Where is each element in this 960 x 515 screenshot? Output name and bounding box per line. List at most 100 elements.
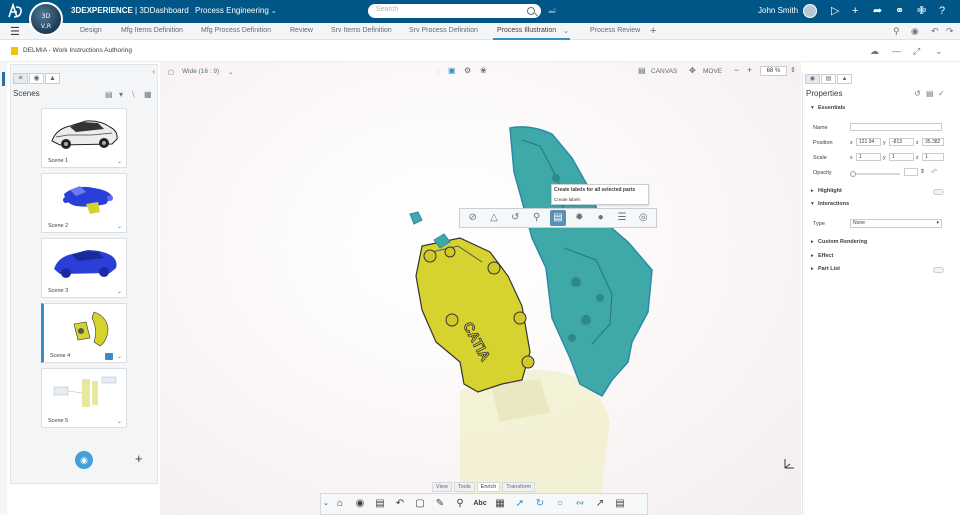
opacity-stepper-icon[interactable]: ⇕ xyxy=(920,168,925,175)
add-scene-button[interactable]: + xyxy=(135,451,143,466)
redo-icon[interactable]: ↷ xyxy=(946,26,954,37)
sphere-icon[interactable]: ● xyxy=(593,210,609,226)
assembly-tab-icon[interactable]: ▲ xyxy=(45,73,60,84)
network-share-icon[interactable]: ⚭ xyxy=(895,4,904,18)
teal-caliper-part[interactable] xyxy=(509,126,653,397)
help-icon[interactable]: ? xyxy=(939,4,945,18)
tab-transform[interactable]: Transform xyxy=(502,482,536,492)
section-custom-rendering[interactable]: ▸ Custom Rendering xyxy=(811,239,867,245)
list-icon[interactable]: ☰ xyxy=(614,210,630,226)
text-tool[interactable]: Abc xyxy=(471,495,489,513)
opacity-field[interactable] xyxy=(904,168,918,176)
refresh-icon[interactable]: ↺ xyxy=(914,89,921,98)
explode-icon[interactable]: ✹ xyxy=(571,210,587,226)
undo-icon[interactable]: ↶ xyxy=(391,495,409,513)
section-part-list[interactable]: ▸ Part List xyxy=(811,266,840,272)
dropdown-icon[interactable]: ▾ xyxy=(119,90,123,99)
home-icon[interactable]: ⌂ xyxy=(331,495,349,513)
tab-process-review[interactable]: Process Review xyxy=(590,27,640,34)
image-icon[interactable]: ▤ xyxy=(105,90,113,99)
position-x-field[interactable]: 121.94 xyxy=(856,138,881,146)
snapshot-icon[interactable]: ▢ xyxy=(411,495,429,513)
chevron-down-icon[interactable]: ⌄ xyxy=(117,158,122,165)
label-icon[interactable]: ▤ xyxy=(549,210,566,226)
tools-icon[interactable]: ✙ xyxy=(917,4,926,18)
section-interactions[interactable]: ▾ Interactions xyxy=(811,201,849,207)
image-tool-icon[interactable]: ▦ xyxy=(491,495,509,513)
share-icon[interactable]: ▷ xyxy=(831,4,839,18)
table-icon[interactable]: ▤ xyxy=(611,495,629,513)
globe-icon[interactable]: ◎ xyxy=(635,210,651,226)
chevron-down-icon[interactable]: ⌄ xyxy=(117,353,122,360)
tab-srv-items-definition[interactable]: Srv Items Definition xyxy=(331,27,392,34)
tag-icon[interactable]: ⧡ xyxy=(548,5,556,16)
prism-icon[interactable]: △ xyxy=(486,210,502,226)
pin-icon[interactable]: ✓ xyxy=(938,89,945,98)
scene-card-4[interactable]: Scene 4 ⌄ xyxy=(41,303,127,363)
measure-icon[interactable]: ↗ xyxy=(591,495,609,513)
maximize-icon[interactable]: ⤢ xyxy=(913,46,920,57)
curve-tool-icon[interactable]: ∾ xyxy=(571,495,589,513)
scene-tab-icon[interactable]: ▲ xyxy=(837,74,852,84)
chevron-down-icon[interactable]: ⌄ xyxy=(117,418,122,425)
camera-tab-icon[interactable]: ◉ xyxy=(29,73,44,84)
chevron-down-icon[interactable]: ⌄ xyxy=(117,223,122,230)
collapse-panel-icon[interactable]: ‹ xyxy=(152,67,155,76)
search-icon[interactable] xyxy=(527,7,535,15)
tab-process-illustration[interactable]: Process Illustration xyxy=(492,27,571,40)
highlight-toggle[interactable] xyxy=(933,189,944,195)
forward-icon[interactable]: ➦ xyxy=(873,4,882,18)
opacity-slider[interactable] xyxy=(850,171,900,177)
tab-mfg-process-definition[interactable]: Mfg Process Definition xyxy=(201,27,271,34)
undo-icon[interactable]: ↶ xyxy=(931,26,939,37)
scale-y-field[interactable]: 1 xyxy=(889,153,914,161)
tab-tools[interactable]: Tools xyxy=(453,482,475,492)
tab-srv-process-definition[interactable]: Srv Process Definition xyxy=(409,27,478,34)
rotate-tool-icon[interactable]: ↻ xyxy=(531,495,549,513)
section-effect[interactable]: ▸ Effect xyxy=(811,253,833,259)
part-list-toggle[interactable] xyxy=(933,267,944,273)
arrow-tool-icon[interactable]: ➚ xyxy=(511,495,529,513)
position-y-field[interactable]: -813 xyxy=(889,138,914,146)
save-icon[interactable]: ▤ xyxy=(926,89,934,98)
tab-enrich[interactable]: Enrich xyxy=(476,482,501,492)
search-icon[interactable]: ⚲ xyxy=(893,26,900,37)
compass-button[interactable]: 3D V,R xyxy=(29,2,63,36)
save-icon[interactable]: ▤ xyxy=(371,495,389,513)
tab-mfg-items-definition[interactable]: Mfg Items Definition xyxy=(121,27,183,34)
minimize-icon[interactable]: — xyxy=(892,46,901,56)
scale-z-field[interactable]: 1 xyxy=(922,153,944,161)
tab-chevron-down-icon[interactable]: ⌄ xyxy=(563,27,569,35)
opacity-slider-knob[interactable] xyxy=(850,171,856,177)
link-icon[interactable]: ☍ xyxy=(931,168,937,175)
scale-x-field[interactable]: 1 xyxy=(856,153,881,161)
menu-icon[interactable]: ☰ xyxy=(10,25,20,38)
app-selector[interactable]: Process Engineering ⌄ xyxy=(195,6,277,15)
list-tab-icon[interactable]: ▤ xyxy=(821,74,836,84)
capture-scene-button[interactable]: ◉ xyxy=(75,451,93,469)
hide-icon[interactable]: ⊘ xyxy=(465,210,481,226)
grid-view-icon[interactable]: ▦ xyxy=(144,90,152,99)
3d-viewport[interactable]: ▢ Wide (16 : 9) ⌄ ⋮ ▣ ⚙ ❀ ▤ CANVAS ✥ MOV… xyxy=(160,62,801,515)
scene-card-1[interactable]: Scene 1 ⌄ xyxy=(41,108,127,168)
avatar[interactable] xyxy=(803,4,817,18)
tab-review[interactable]: Review xyxy=(290,27,313,34)
scene-card-5[interactable]: Scene 5 ⌄ xyxy=(41,368,127,428)
filter-icon[interactable]: ⧹ xyxy=(132,90,135,100)
expand-icon[interactable]: ⌄ xyxy=(323,495,329,513)
user-name[interactable]: John Smith xyxy=(758,6,798,15)
circle-tool-icon[interactable]: ○ xyxy=(551,495,569,513)
tab-design[interactable]: Design xyxy=(80,27,102,34)
search-input[interactable]: Search xyxy=(368,4,541,18)
magnifier-icon[interactable]: ⚲ xyxy=(451,495,469,513)
capture-icon[interactable]: ◉ xyxy=(351,495,369,513)
3d-scene[interactable]: CATIA xyxy=(160,62,801,515)
properties-tab-icon[interactable]: ◉ xyxy=(805,74,820,84)
scene-card-2[interactable]: Scene 2 ⌄ xyxy=(41,173,127,233)
reframe-icon[interactable]: ↺ xyxy=(507,210,523,226)
name-field[interactable] xyxy=(850,123,942,131)
section-essentials[interactable]: ▾ Essentials xyxy=(811,105,845,111)
chevron-down-icon[interactable]: ⌄ xyxy=(935,46,943,57)
chevron-down-icon[interactable]: ⌄ xyxy=(117,288,122,295)
cloud-icon[interactable]: ☁ xyxy=(870,46,879,57)
